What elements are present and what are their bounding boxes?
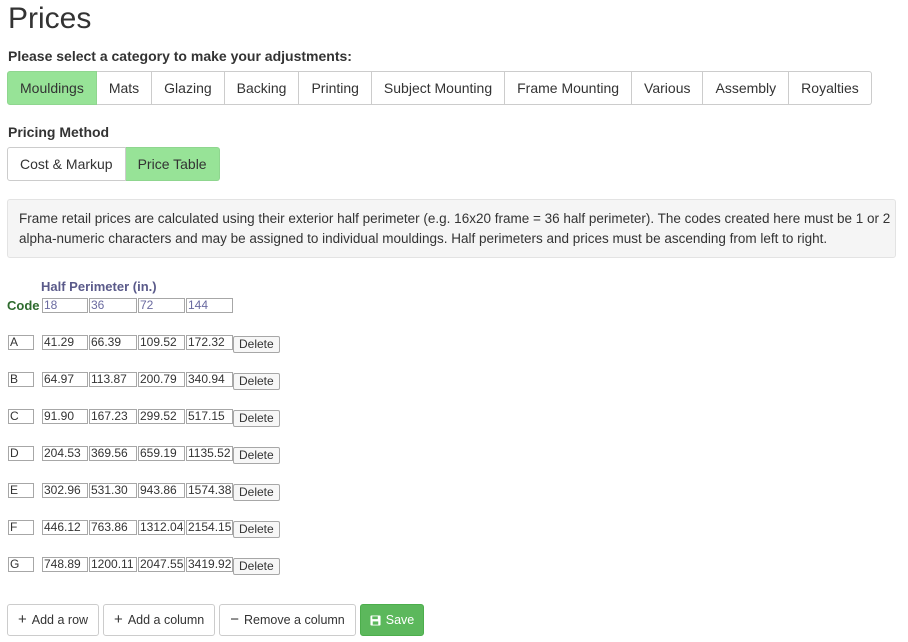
info-box: Frame retail prices are calculated using… xyxy=(7,199,896,258)
page-title: Prices xyxy=(8,2,92,35)
delete-row-button[interactable]: Delete xyxy=(233,373,280,390)
minus-icon: − xyxy=(230,611,240,628)
half-perimeter-label: Half Perimeter (in.) xyxy=(41,279,157,294)
remove-column-label: Remove a column xyxy=(244,613,345,627)
price-input[interactable]: 172.32 xyxy=(186,335,233,350)
price-input[interactable]: 113.87 xyxy=(89,372,137,387)
price-input[interactable]: 1200.11 xyxy=(89,557,137,572)
tab-subject-mounting[interactable]: Subject Mounting xyxy=(371,71,506,105)
remove-column-button[interactable]: − Remove a column xyxy=(219,604,356,636)
price-input[interactable]: 66.39 xyxy=(89,335,137,350)
tab-assembly[interactable]: Assembly xyxy=(703,71,790,105)
price-input[interactable]: 302.96 xyxy=(42,483,88,498)
save-button[interactable]: Save xyxy=(359,604,425,636)
add-row-button[interactable]: + Add a row xyxy=(7,604,100,636)
price-input[interactable]: 517.15 xyxy=(186,409,233,424)
price-input[interactable]: 2047.55 xyxy=(138,557,185,572)
code-input[interactable]: A xyxy=(8,335,34,350)
action-buttons: + Add a row + Add a column − Remove a co… xyxy=(7,604,425,636)
method-cost-markup[interactable]: Cost & Markup xyxy=(7,147,126,181)
price-input[interactable]: 204.53 xyxy=(42,446,88,461)
price-input[interactable]: 531.30 xyxy=(89,483,137,498)
price-input[interactable]: 748.89 xyxy=(42,557,88,572)
price-input[interactable]: 1135.52 xyxy=(186,446,233,461)
category-prompt: Please select a category to make your ad… xyxy=(8,48,352,64)
add-row-label: Add a row xyxy=(31,613,89,627)
pricing-method-tabs: Cost & Markup Price Table xyxy=(7,147,220,181)
price-input[interactable]: 3419.92 xyxy=(186,557,233,572)
method-price-table[interactable]: Price Table xyxy=(125,147,220,181)
half-perimeter-input[interactable]: 18 xyxy=(42,298,88,313)
tab-royalties[interactable]: Royalties xyxy=(789,71,872,105)
price-input[interactable]: 167.23 xyxy=(89,409,137,424)
price-input[interactable]: 41.29 xyxy=(42,335,88,350)
price-input[interactable]: 943.86 xyxy=(138,483,185,498)
code-input[interactable]: E xyxy=(8,483,34,498)
price-input[interactable]: 299.52 xyxy=(138,409,185,424)
half-perimeter-input[interactable]: 36 xyxy=(89,298,137,313)
delete-row-button[interactable]: Delete xyxy=(233,484,280,501)
price-input[interactable]: 340.94 xyxy=(186,372,233,387)
tab-printing[interactable]: Printing xyxy=(299,71,372,105)
tab-various[interactable]: Various xyxy=(632,71,704,105)
code-input[interactable]: F xyxy=(8,520,34,535)
price-input[interactable]: 1312.04 xyxy=(138,520,185,535)
pricing-method-label: Pricing Method xyxy=(8,124,110,140)
price-input[interactable]: 200.79 xyxy=(138,372,185,387)
half-perimeter-input[interactable]: 72 xyxy=(138,298,185,313)
code-input[interactable]: C xyxy=(8,409,34,424)
save-label: Save xyxy=(385,613,415,627)
price-input[interactable]: 446.12 xyxy=(42,520,88,535)
half-perimeter-input[interactable]: 144 xyxy=(186,298,233,313)
price-input[interactable]: 369.56 xyxy=(89,446,137,461)
category-tabs: Mouldings Mats Glazing Backing Printing … xyxy=(7,71,872,105)
delete-row-button[interactable]: Delete xyxy=(233,410,280,427)
tab-frame-mounting[interactable]: Frame Mounting xyxy=(505,71,633,105)
info-text: Frame retail prices are calculated using… xyxy=(19,211,891,246)
delete-row-button[interactable]: Delete xyxy=(233,336,280,353)
price-input[interactable]: 2154.15 xyxy=(186,520,233,535)
price-input[interactable]: 64.97 xyxy=(42,372,88,387)
tab-mats[interactable]: Mats xyxy=(96,71,153,105)
price-input[interactable]: 91.90 xyxy=(42,409,88,424)
tab-mouldings[interactable]: Mouldings xyxy=(7,71,97,105)
code-input[interactable]: B xyxy=(8,372,34,387)
code-input[interactable]: D xyxy=(8,446,34,461)
code-input[interactable]: G xyxy=(8,557,34,572)
delete-row-button[interactable]: Delete xyxy=(233,521,280,538)
code-label: Code xyxy=(7,298,40,313)
plus-icon: + xyxy=(114,611,123,628)
plus-icon: + xyxy=(18,611,27,628)
price-input[interactable]: 1574.38 xyxy=(186,483,233,498)
price-input[interactable]: 109.52 xyxy=(138,335,185,350)
delete-row-button[interactable]: Delete xyxy=(233,558,280,575)
tab-backing[interactable]: Backing xyxy=(224,71,300,105)
add-column-button[interactable]: + Add a column xyxy=(103,604,216,636)
floppy-disk-icon xyxy=(370,614,381,626)
add-column-label: Add a column xyxy=(127,613,205,627)
tab-glazing[interactable]: Glazing xyxy=(152,71,225,105)
delete-row-button[interactable]: Delete xyxy=(233,447,280,464)
price-input[interactable]: 659.19 xyxy=(138,446,185,461)
price-input[interactable]: 763.86 xyxy=(89,520,137,535)
